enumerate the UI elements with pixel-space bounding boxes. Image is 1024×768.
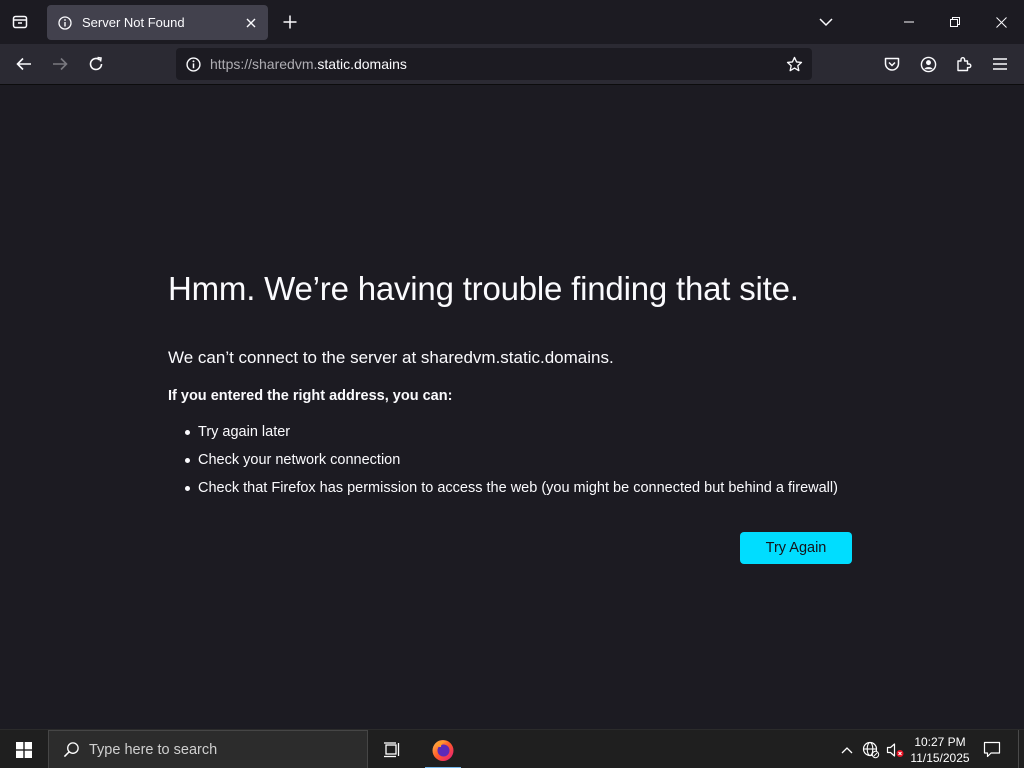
restore-icon — [950, 17, 960, 27]
firefox-view-icon — [12, 15, 28, 29]
account-icon — [920, 56, 936, 72]
close-icon — [995, 16, 1007, 28]
back-button[interactable] — [9, 50, 39, 78]
try-again-button[interactable]: Try Again — [740, 532, 852, 564]
url-text: https://sharedvm.static.domains — [210, 56, 407, 72]
star-icon — [786, 56, 802, 71]
puzzle-icon — [957, 57, 972, 72]
firefox-logo-icon — [432, 739, 454, 761]
firefox-taskbar-button[interactable] — [423, 730, 463, 768]
extensions-button[interactable] — [949, 50, 979, 78]
window-close-button[interactable] — [978, 0, 1024, 44]
taskbar-search-box[interactable]: Type here to search — [48, 730, 368, 768]
reload-button[interactable] — [81, 50, 111, 78]
search-placeholder: Type here to search — [89, 741, 218, 758]
show-hidden-icons-button[interactable] — [836, 730, 858, 768]
chevron-up-icon — [841, 746, 853, 753]
tab-close-button[interactable] — [238, 10, 264, 36]
account-button[interactable] — [913, 50, 943, 78]
url-host: static.domains — [317, 56, 407, 72]
address-bar[interactable]: https://sharedvm.static.domains — [176, 48, 812, 80]
hamburger-menu-icon — [993, 58, 1007, 70]
task-view-icon — [384, 741, 400, 757]
url-prefix: https://sharedvm. — [210, 56, 318, 72]
taskbar: Type here to search 10:27 PM 11/15/2025 — [0, 729, 1024, 768]
error-description: We can’t connect to the server at shared… — [168, 348, 614, 367]
navigation-toolbar: https://sharedvm.static.domains — [0, 44, 1024, 85]
close-icon — [246, 18, 256, 27]
forward-button[interactable] — [45, 50, 75, 78]
pocket-icon — [884, 57, 900, 71]
suggestion-item: Try again later — [185, 422, 838, 450]
minimize-button[interactable] — [886, 0, 932, 44]
network-globe-icon — [862, 741, 880, 758]
windows-logo-icon — [16, 741, 32, 758]
network-button[interactable] — [859, 730, 883, 768]
list-all-tabs-button[interactable] — [812, 8, 840, 36]
arrow-right-icon — [53, 57, 68, 71]
clock-time: 10:27 PM — [914, 734, 966, 749]
notification-icon — [983, 741, 1001, 758]
reload-icon — [89, 56, 103, 71]
chevron-down-icon — [819, 18, 833, 27]
start-button[interactable] — [0, 730, 48, 768]
tab-title: Server Not Found — [82, 15, 185, 30]
plus-icon — [283, 15, 297, 29]
site-info-icon[interactable] — [183, 54, 203, 74]
error-subheading: If you entered the right address, you ca… — [168, 388, 453, 404]
firefox-view-button[interactable] — [6, 8, 34, 36]
pocket-button[interactable] — [877, 50, 907, 78]
speaker-muted-icon — [886, 742, 904, 757]
arrow-left-icon — [16, 57, 31, 71]
new-tab-button[interactable] — [276, 8, 304, 36]
suggestion-item: Check your network connection — [185, 450, 838, 478]
app-menu-button[interactable] — [985, 50, 1015, 78]
error-title: Hmm. We’re having trouble finding that s… — [168, 270, 799, 307]
tab-strip: Server Not Found — [0, 0, 1024, 44]
clock-date: 11/15/2025 — [910, 750, 970, 765]
search-icon — [61, 740, 81, 760]
volume-muted-button[interactable] — [883, 730, 907, 768]
minimize-icon — [904, 21, 914, 23]
restore-button[interactable] — [932, 0, 978, 44]
tab-active[interactable]: Server Not Found — [47, 5, 268, 40]
bookmark-star-button[interactable] — [782, 52, 806, 76]
clock[interactable]: 10:27 PM 11/15/2025 — [907, 730, 973, 768]
show-desktop-button[interactable] — [1018, 730, 1024, 768]
error-page: Hmm. We’re having trouble finding that s… — [0, 86, 1024, 729]
suggestion-item: Check that Firefox has permission to acc… — [185, 478, 838, 506]
info-icon — [57, 15, 73, 31]
suggestion-list: Try again later Check your network conne… — [185, 422, 838, 506]
task-view-button[interactable] — [373, 730, 411, 768]
action-center-button[interactable] — [976, 730, 1008, 768]
